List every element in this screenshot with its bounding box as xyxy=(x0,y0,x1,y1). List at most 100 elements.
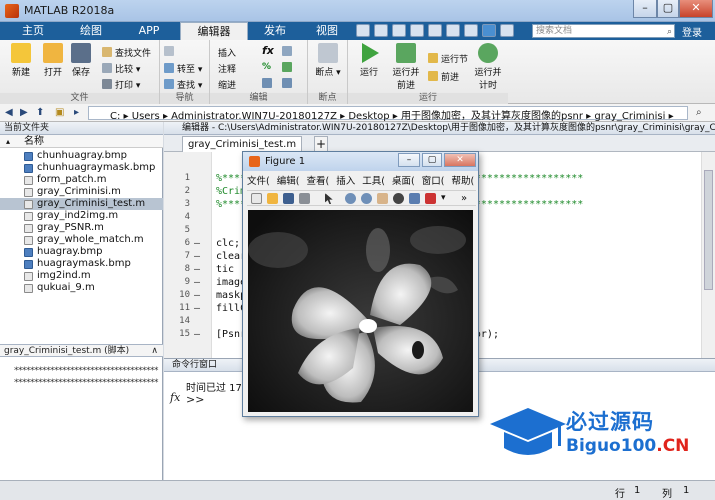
breakpoint-marker[interactable]: — xyxy=(194,276,200,289)
file-list-item[interactable]: huagraymask.bmp xyxy=(0,258,163,270)
save-figure-icon[interactable] xyxy=(283,193,294,204)
file-list-item[interactable]: form_patch.m xyxy=(0,174,163,186)
redo-quick-icon[interactable] xyxy=(446,24,460,37)
breakpoint-marker[interactable]: — xyxy=(194,328,200,341)
crumb-folder[interactable]: gray_Criminisi xyxy=(594,111,665,122)
new-button[interactable]: 新建 xyxy=(4,43,38,78)
goto-button[interactable]: 转至 ▾ xyxy=(164,62,202,75)
file-list-item[interactable]: gray_PSNR.m xyxy=(0,222,163,234)
menu-desktop[interactable]: 桌面( xyxy=(392,176,415,187)
paste-quick-icon[interactable] xyxy=(410,24,424,37)
percent-comment-icon[interactable]: % xyxy=(262,62,271,72)
zoom-in-icon[interactable] xyxy=(345,193,356,204)
copy-quick-icon[interactable] xyxy=(392,24,406,37)
file-list-item[interactable]: huagray.bmp xyxy=(0,246,163,258)
search-input[interactable]: 搜索文档 ⌕ xyxy=(532,24,675,38)
comment-button[interactable]: 注释 xyxy=(218,62,236,75)
menu-window[interactable]: 窗口( xyxy=(422,176,445,187)
insert-button[interactable]: 插入 xyxy=(218,46,236,59)
advance-button[interactable]: 前进 xyxy=(428,70,459,83)
run-advance-button[interactable]: 运行并 前进 xyxy=(388,43,424,91)
new-tab-button[interactable]: + xyxy=(314,136,328,151)
maximize-button[interactable]: ▢ xyxy=(657,0,679,18)
switch-windows-icon[interactable] xyxy=(464,24,478,37)
help-icon[interactable] xyxy=(482,24,496,37)
file-list-item[interactable]: qukuai_9.m xyxy=(0,282,163,294)
function-browser-icon[interactable]: fx xyxy=(170,391,180,404)
minimize-button[interactable]: – xyxy=(633,0,657,18)
dropdown-icon[interactable]: ▾ xyxy=(441,193,452,204)
pan-icon[interactable] xyxy=(377,193,388,204)
undo-quick-icon[interactable] xyxy=(428,24,442,37)
outdent-button[interactable] xyxy=(282,78,295,90)
tab-plots[interactable]: 绘图 xyxy=(70,22,112,40)
cut-quick-icon[interactable] xyxy=(374,24,388,37)
rotate-icon[interactable] xyxy=(393,193,404,204)
insert-section-button[interactable] xyxy=(282,46,295,58)
tab-view[interactable]: 视图 xyxy=(306,22,348,40)
crumb-users[interactable]: Users xyxy=(132,111,160,122)
file-list-item[interactable]: gray_whole_match.m xyxy=(0,234,163,246)
breakpoint-marker[interactable]: — xyxy=(194,250,200,263)
menu-file[interactable]: 文件( xyxy=(247,176,270,187)
menu-tools[interactable]: 工具( xyxy=(362,176,385,187)
file-list-item[interactable]: chunhuagray.bmp xyxy=(0,150,163,162)
editor-tab-file[interactable]: gray_Criminisi_test.m xyxy=(182,136,302,152)
breakpoints-button[interactable]: 断点 ▾ xyxy=(311,43,345,78)
indent-button[interactable]: 缩进 xyxy=(218,78,236,91)
breakpoint-marker[interactable]: — xyxy=(194,302,200,315)
breakpoint-marker[interactable]: — xyxy=(194,263,200,276)
name-column-header[interactable]: 名称 ▴ xyxy=(0,135,163,148)
back-forward-button[interactable] xyxy=(164,46,177,58)
pointer-icon[interactable] xyxy=(325,193,333,204)
file-list-item[interactable]: gray_Criminisi.m xyxy=(0,186,163,198)
path-search-icon[interactable]: ⌕ xyxy=(696,107,702,118)
details-expand-icon[interactable]: ∧ xyxy=(151,345,158,357)
crumb-user[interactable]: Administrator.WIN7U-20180127Z xyxy=(171,111,337,122)
run-time-button[interactable]: 运行并 计时 xyxy=(470,43,506,91)
run-section-button[interactable]: 运行节 xyxy=(428,52,468,65)
breakpoint-marker[interactable]: — xyxy=(194,237,200,250)
save-quick-icon[interactable] xyxy=(356,24,370,37)
print-figure-icon[interactable] xyxy=(299,193,310,204)
crumb-desktop[interactable]: Desktop xyxy=(348,111,389,122)
community-icon[interactable] xyxy=(500,24,514,37)
tab-editor[interactable]: 编辑器 xyxy=(180,22,248,40)
details-title[interactable]: gray_Criminisi_test.m (脚本) ∧ xyxy=(0,344,163,357)
run-button[interactable]: 运行 xyxy=(352,43,386,78)
close-button[interactable]: ✕ xyxy=(679,0,713,18)
save-button[interactable]: 保存 xyxy=(64,43,98,78)
figure-minimize-button[interactable]: – xyxy=(398,153,420,167)
back-icon[interactable]: ◀ xyxy=(5,107,13,118)
login-link[interactable]: 登录 xyxy=(682,24,702,39)
figure-maximize-button[interactable]: ▢ xyxy=(422,153,442,167)
find-files-button[interactable]: 查找文件 xyxy=(102,46,151,59)
new-figure-icon[interactable] xyxy=(251,193,262,204)
brush-icon[interactable] xyxy=(425,193,436,204)
up-folder-icon[interactable]: ⬆ xyxy=(36,107,44,118)
breakpoint-marker[interactable]: — xyxy=(194,289,200,302)
forward-icon[interactable]: ▶ xyxy=(20,107,28,118)
menu-help[interactable]: 帮助( xyxy=(452,176,475,187)
crumb-project[interactable]: 用于图像加密，及其计算灰度图像的psnr xyxy=(401,111,583,122)
file-list-item[interactable]: chunhuagraymask.bmp xyxy=(0,162,163,174)
toolbar-more-icon[interactable]: » xyxy=(461,193,472,204)
figure-close-button[interactable]: ✕ xyxy=(444,153,476,167)
print-button[interactable]: 打印 ▾ xyxy=(102,78,140,91)
tab-publish[interactable]: 发布 xyxy=(254,22,296,40)
crumb-drive[interactable]: C: xyxy=(110,111,120,122)
find-button[interactable]: 查找 ▾ xyxy=(164,78,202,91)
data-cursor-icon[interactable] xyxy=(409,193,420,204)
open-file-icon[interactable] xyxy=(267,193,278,204)
fx-button[interactable]: fx xyxy=(262,44,274,57)
editor-scrollbar[interactable] xyxy=(701,152,715,358)
file-list-item[interactable]: gray_ind2img.m xyxy=(0,210,163,222)
tab-home[interactable]: 主页 xyxy=(12,22,54,40)
menu-edit[interactable]: 编辑( xyxy=(277,176,300,187)
menu-view[interactable]: 查看( xyxy=(307,176,330,187)
wrap-comment-button[interactable] xyxy=(282,62,295,74)
figure-title-bar[interactable]: Figure 1 – ▢ ✕ xyxy=(243,152,478,171)
command-prompt[interactable]: >> xyxy=(186,393,204,406)
indent-icon-button[interactable] xyxy=(262,78,275,90)
tab-apps[interactable]: APP xyxy=(128,22,170,40)
